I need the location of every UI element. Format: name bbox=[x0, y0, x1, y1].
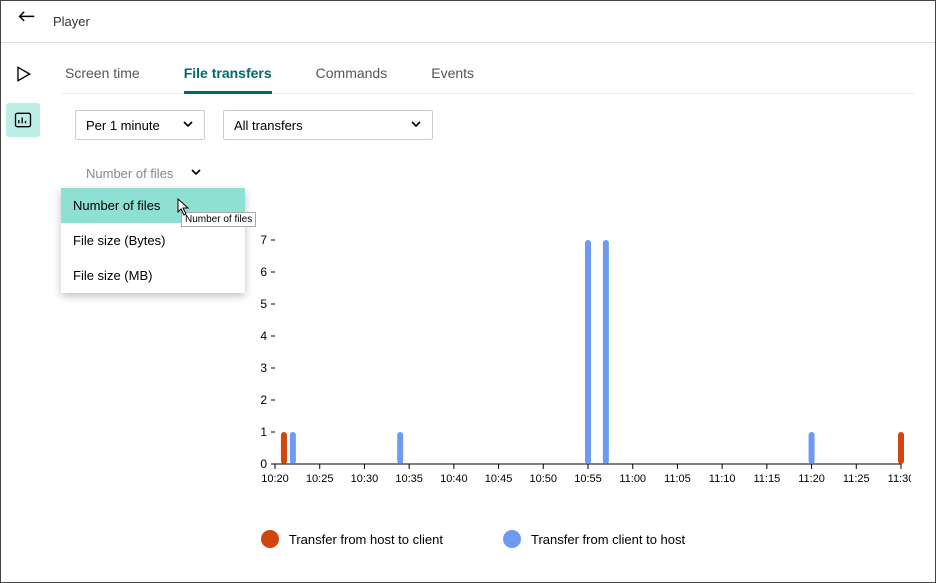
cursor-icon bbox=[177, 198, 191, 219]
metric-dropdown[interactable]: Number of files bbox=[75, 158, 213, 188]
file-transfers-chart: 0 1 2 3 4 5 6 7 10:20 10:25 10:30 10:35 10:40 10:45 10… bbox=[251, 234, 915, 494]
scope-dropdown[interactable]: All transfers bbox=[223, 110, 433, 140]
page-title: Player bbox=[53, 14, 90, 29]
menu-item-number-of-files[interactable]: Number of files Number of files bbox=[61, 188, 245, 223]
scope-value: All transfers bbox=[234, 118, 303, 133]
svg-text:11:05: 11:05 bbox=[664, 473, 691, 485]
svg-text:11:30: 11:30 bbox=[888, 473, 911, 485]
tabs: Screen time File transfers Commands Even… bbox=[61, 55, 915, 94]
tab-commands[interactable]: Commands bbox=[316, 55, 388, 94]
svg-text:3: 3 bbox=[260, 361, 267, 375]
chevron-down-icon bbox=[190, 166, 202, 181]
left-rail bbox=[1, 43, 45, 582]
header: Player bbox=[1, 1, 935, 43]
svg-text:11:25: 11:25 bbox=[843, 473, 870, 485]
tab-screen-time[interactable]: Screen time bbox=[65, 55, 140, 94]
svg-text:6: 6 bbox=[260, 265, 267, 279]
svg-text:7: 7 bbox=[260, 234, 267, 247]
legend-dot-icon bbox=[261, 530, 279, 548]
svg-text:10:55: 10:55 bbox=[574, 473, 602, 485]
svg-text:4: 4 bbox=[260, 329, 267, 343]
chevron-down-icon bbox=[182, 118, 194, 133]
svg-text:0: 0 bbox=[260, 457, 267, 471]
legend-host-to-client: Transfer from host to client bbox=[261, 530, 443, 548]
svg-text:1: 1 bbox=[260, 425, 267, 439]
chart-view-button[interactable] bbox=[6, 103, 40, 137]
menu-item-file-size-mb[interactable]: File size (MB) bbox=[61, 258, 245, 293]
metric-menu: Number of files Number of files File siz… bbox=[61, 188, 245, 293]
legend-dot-icon bbox=[503, 530, 521, 548]
tab-file-transfers[interactable]: File transfers bbox=[184, 55, 272, 94]
tooltip: Number of files bbox=[181, 212, 256, 227]
svg-text:10:20: 10:20 bbox=[261, 473, 289, 485]
svg-text:5: 5 bbox=[260, 297, 267, 311]
metric-value: Number of files bbox=[86, 166, 173, 181]
svg-text:11:15: 11:15 bbox=[753, 473, 780, 485]
back-icon[interactable] bbox=[15, 9, 37, 34]
svg-text:10:35: 10:35 bbox=[395, 473, 423, 485]
svg-text:10:50: 10:50 bbox=[530, 473, 558, 485]
legend-client-to-host: Transfer from client to host bbox=[503, 530, 685, 548]
play-button[interactable] bbox=[6, 57, 40, 91]
svg-text:10:40: 10:40 bbox=[440, 473, 468, 485]
legend: Transfer from host to client Transfer fr… bbox=[61, 530, 915, 548]
interval-dropdown[interactable]: Per 1 minute bbox=[75, 110, 205, 140]
interval-value: Per 1 minute bbox=[86, 118, 160, 133]
svg-text:2: 2 bbox=[260, 393, 267, 407]
svg-text:11:10: 11:10 bbox=[709, 473, 736, 485]
svg-text:10:45: 10:45 bbox=[485, 473, 513, 485]
chevron-down-icon bbox=[410, 118, 422, 133]
svg-text:10:30: 10:30 bbox=[351, 473, 379, 485]
menu-item-file-size-bytes[interactable]: File size (Bytes) bbox=[61, 223, 245, 258]
svg-text:11:20: 11:20 bbox=[798, 473, 825, 485]
tab-events[interactable]: Events bbox=[431, 55, 474, 94]
svg-text:11:00: 11:00 bbox=[619, 473, 646, 485]
svg-text:10:25: 10:25 bbox=[306, 473, 334, 485]
